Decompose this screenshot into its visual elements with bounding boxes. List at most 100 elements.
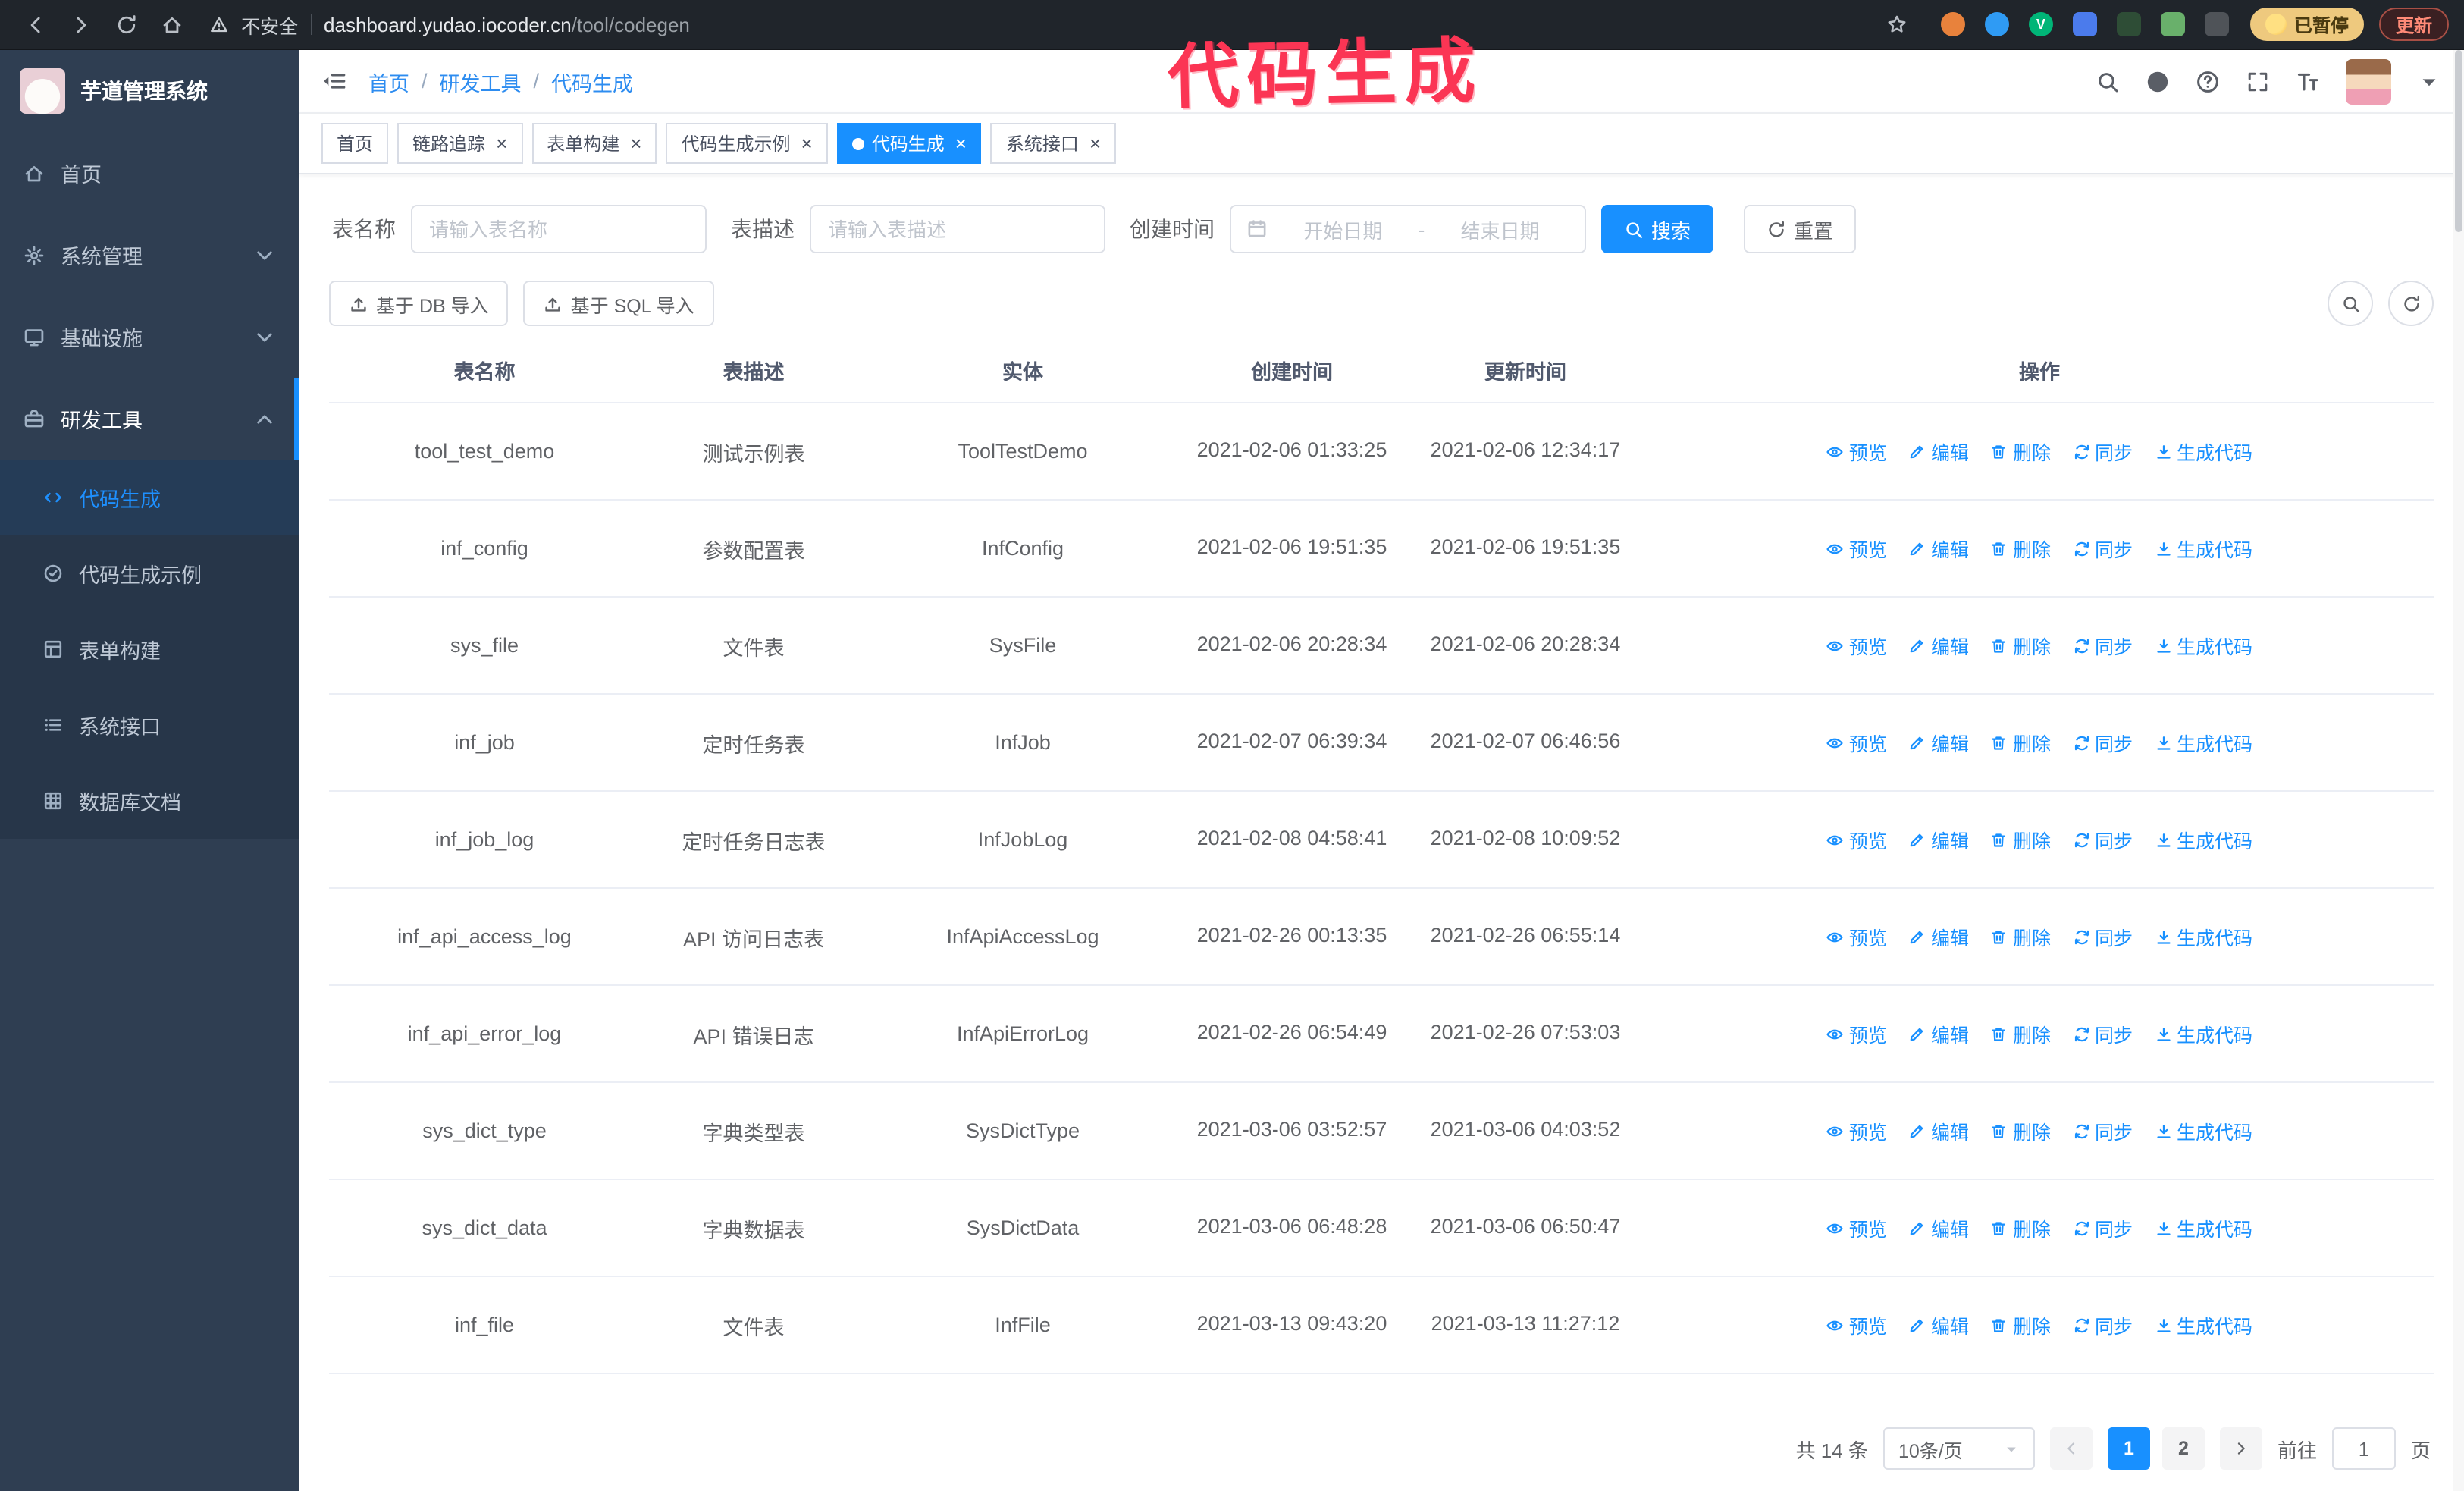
delete-link[interactable]: 删除	[1990, 437, 2051, 466]
close-icon[interactable]: ×	[955, 133, 967, 153]
sync-link[interactable]: 同步	[2072, 1019, 2133, 1048]
bookmark-star-icon[interactable]	[1886, 14, 1908, 35]
date-range-picker[interactable]: 开始日期 - 结束日期	[1230, 205, 1586, 253]
delete-link[interactable]: 删除	[1990, 1116, 2051, 1145]
edit-link[interactable]: 编辑	[1908, 534, 1969, 563]
back-button[interactable]	[15, 5, 55, 44]
edit-link[interactable]: 编辑	[1908, 825, 1969, 854]
sidebar-item-form-builder[interactable]: 表单构建	[0, 611, 299, 687]
delete-link[interactable]: 删除	[1990, 1213, 2051, 1242]
avatar[interactable]	[2346, 58, 2391, 104]
tab-item[interactable]: 系统接口 ×	[990, 123, 1117, 164]
preview-link[interactable]: 预览	[1826, 1213, 1887, 1242]
generate-code-link[interactable]: 生成代码	[2154, 631, 2252, 660]
sidebar-item-system[interactable]: 系统管理	[0, 214, 299, 296]
close-icon[interactable]: ×	[496, 133, 507, 153]
preview-link[interactable]: 预览	[1826, 534, 1887, 563]
edit-link[interactable]: 编辑	[1908, 1019, 1969, 1048]
edit-link[interactable]: 编辑	[1908, 728, 1969, 757]
generate-code-link[interactable]: 生成代码	[2154, 534, 2252, 563]
sync-link[interactable]: 同步	[2072, 1116, 2133, 1145]
page-button[interactable]: 2	[2161, 1427, 2205, 1470]
sync-link[interactable]: 同步	[2072, 534, 2133, 563]
address-bar[interactable]: 不安全 dashboard.yudao.iocoder.cn/tool/code…	[197, 3, 1920, 46]
sidebar-item-home[interactable]: 首页	[0, 132, 299, 214]
extension-dark-puzzle-icon[interactable]	[2204, 12, 2229, 36]
generate-code-link[interactable]: 生成代码	[2154, 825, 2252, 854]
edit-link[interactable]: 编辑	[1908, 437, 1969, 466]
delete-link[interactable]: 删除	[1990, 1311, 2051, 1339]
sync-link[interactable]: 同步	[2072, 631, 2133, 660]
sidebar-item-codegen-example[interactable]: 代码生成示例	[0, 535, 299, 611]
close-icon[interactable]: ×	[630, 133, 641, 153]
goto-page-input[interactable]	[2331, 1427, 2396, 1470]
edit-link[interactable]: 编辑	[1908, 1213, 1969, 1242]
edit-link[interactable]: 编辑	[1908, 1311, 1969, 1339]
breadcrumb-item[interactable]: 首页	[368, 66, 409, 96]
sidebar-item-db-doc[interactable]: 数据库文档	[0, 763, 299, 839]
extension-green-icon[interactable]	[2160, 12, 2185, 36]
delete-link[interactable]: 删除	[1990, 825, 2051, 854]
tab-item[interactable]: 首页	[321, 123, 389, 164]
page-button-active[interactable]: 1	[2107, 1427, 2150, 1470]
generate-code-link[interactable]: 生成代码	[2154, 1116, 2252, 1145]
menu-fold-icon[interactable]	[321, 68, 347, 94]
extension-dark-green-icon[interactable]	[2116, 12, 2141, 36]
hide-search-button[interactable]	[2328, 281, 2373, 326]
delete-link[interactable]: 删除	[1990, 1019, 2051, 1048]
next-page-button[interactable]	[2219, 1427, 2262, 1470]
breadcrumb-item[interactable]: 研发工具	[440, 66, 522, 96]
delete-link[interactable]: 删除	[1990, 534, 2051, 563]
preview-link[interactable]: 预览	[1826, 437, 1887, 466]
edit-link[interactable]: 编辑	[1908, 922, 1969, 951]
import-sql-button[interactable]: 基于 SQL 导入	[523, 281, 714, 326]
refresh-table-button[interactable]	[2388, 281, 2434, 326]
scrollbar[interactable]	[2453, 50, 2464, 1491]
import-db-button[interactable]: 基于 DB 导入	[329, 281, 509, 326]
generate-code-link[interactable]: 生成代码	[2154, 437, 2252, 466]
sidebar-item-infra[interactable]: 基础设施	[0, 296, 299, 378]
page-size-select[interactable]: 10条/页	[1882, 1427, 2035, 1470]
sidebar-item-codegen[interactable]: 代码生成	[0, 460, 299, 535]
generate-code-link[interactable]: 生成代码	[2154, 1019, 2252, 1048]
generate-code-link[interactable]: 生成代码	[2154, 1311, 2252, 1339]
reset-button[interactable]: 重置	[1744, 205, 1857, 253]
preview-link[interactable]: 预览	[1826, 728, 1887, 757]
tab-item[interactable]: 代码生成 ×	[836, 123, 982, 164]
edit-link[interactable]: 编辑	[1908, 1116, 1969, 1145]
generate-code-link[interactable]: 生成代码	[2154, 922, 2252, 951]
delete-link[interactable]: 删除	[1990, 922, 2051, 951]
extension-green-v-icon[interactable]: V	[2028, 12, 2053, 36]
sidebar-item-devtools[interactable]: 研发工具	[0, 378, 299, 460]
extension-blue-square-icon[interactable]	[2072, 12, 2097, 36]
font-size-icon[interactable]	[2296, 69, 2320, 93]
edit-link[interactable]: 编辑	[1908, 631, 1969, 660]
tab-item[interactable]: 表单构建 ×	[531, 123, 657, 164]
close-icon[interactable]: ×	[1089, 133, 1101, 153]
extension-orange-icon[interactable]	[1940, 12, 1965, 36]
generate-code-link[interactable]: 生成代码	[2154, 728, 2252, 757]
help-icon[interactable]	[2196, 69, 2220, 93]
table-name-input[interactable]	[411, 205, 707, 253]
prev-page-button[interactable]	[2049, 1427, 2093, 1470]
fullscreen-icon[interactable]	[2246, 69, 2270, 93]
sync-link[interactable]: 同步	[2072, 1213, 2133, 1242]
reload-button[interactable]	[106, 5, 146, 44]
sync-link[interactable]: 同步	[2072, 825, 2133, 854]
github-icon[interactable]	[2146, 69, 2170, 93]
tab-item[interactable]: 代码生成示例 ×	[666, 123, 828, 164]
tab-item[interactable]: 链路追踪 ×	[397, 123, 523, 164]
sync-link[interactable]: 同步	[2072, 1311, 2133, 1339]
paused-badge[interactable]: 已暂停	[2249, 8, 2364, 41]
generate-code-link[interactable]: 生成代码	[2154, 1213, 2252, 1242]
home-button[interactable]	[152, 5, 191, 44]
sidebar-item-api[interactable]: 系统接口	[0, 687, 299, 763]
chevron-down-icon[interactable]	[2417, 69, 2441, 93]
scrollbar-thumb[interactable]	[2455, 50, 2462, 232]
breadcrumb-item[interactable]: 代码生成	[551, 66, 633, 96]
preview-link[interactable]: 预览	[1826, 1019, 1887, 1048]
preview-link[interactable]: 预览	[1826, 631, 1887, 660]
preview-link[interactable]: 预览	[1826, 825, 1887, 854]
search-button[interactable]: 搜索	[1601, 205, 1714, 253]
delete-link[interactable]: 删除	[1990, 728, 2051, 757]
